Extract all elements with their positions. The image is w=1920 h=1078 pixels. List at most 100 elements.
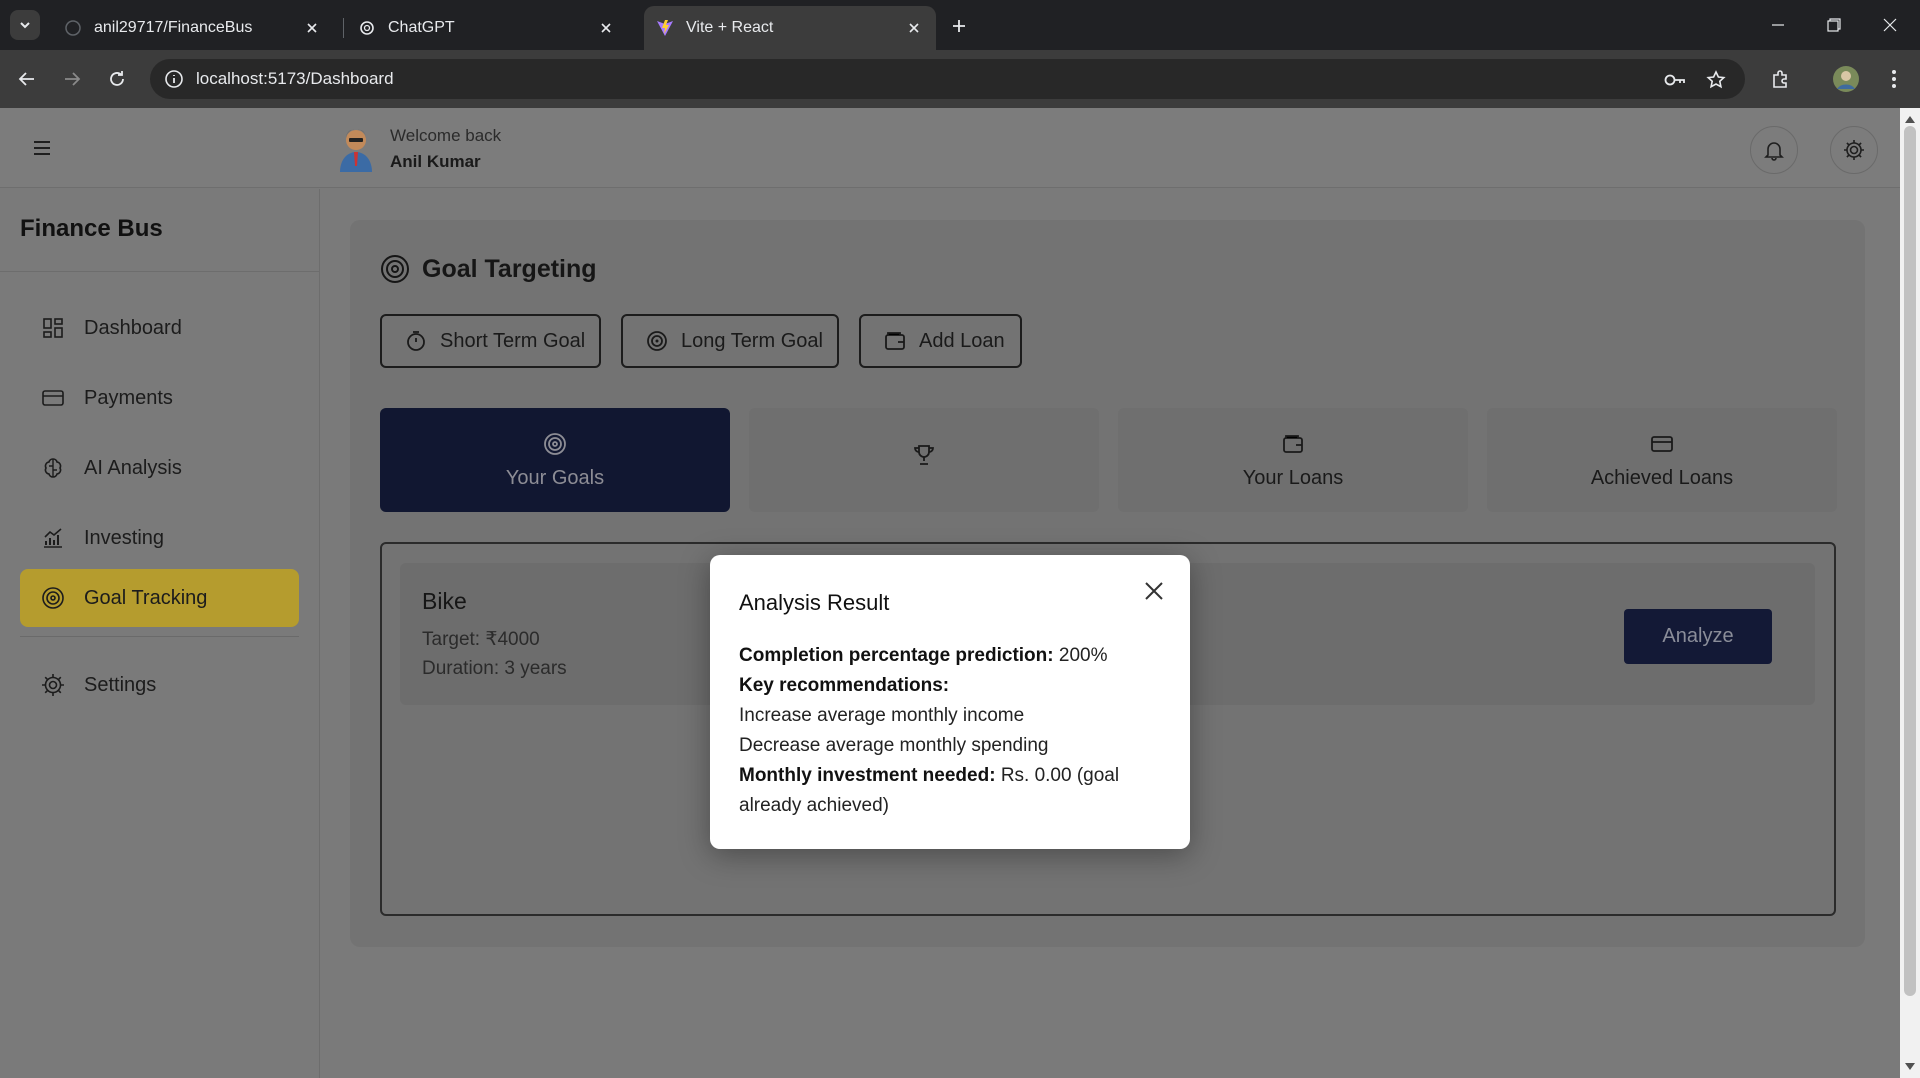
minimize-icon xyxy=(1772,24,1784,26)
site-info-icon[interactable] xyxy=(164,69,184,89)
scrollbar-thumb[interactable] xyxy=(1904,126,1916,996)
brand-title: Finance Bus xyxy=(20,215,163,242)
vite-icon xyxy=(656,19,674,37)
button-label: Short Term Goal xyxy=(440,329,586,352)
divider xyxy=(0,271,319,272)
gear-icon xyxy=(1844,140,1864,160)
notifications-button[interactable] xyxy=(1750,126,1798,174)
browser-menu-button[interactable] xyxy=(1878,63,1910,95)
target-icon xyxy=(645,329,669,353)
long-term-goal-button[interactable]: Long Term Goal xyxy=(621,314,839,368)
recommendations-heading: Key recommendations: xyxy=(739,675,950,696)
scroll-up-arrow-icon[interactable] xyxy=(1905,114,1915,124)
browser-tab-bar: anil29717/FinanceBus ChatGPT Vite + Reac… xyxy=(0,0,1920,50)
arrow-right-icon xyxy=(65,72,81,86)
tab-title: Vite + React xyxy=(686,19,774,36)
page-scrollbar[interactable] xyxy=(1900,108,1920,1078)
extensions-button[interactable] xyxy=(1765,63,1797,95)
github-icon xyxy=(64,19,82,37)
modal-close-button[interactable] xyxy=(1140,577,1168,605)
password-key-icon[interactable] xyxy=(1664,69,1686,91)
sidebar-item-label: Settings xyxy=(84,673,157,696)
reload-icon xyxy=(110,71,124,86)
analysis-result-modal: Analysis Result Completion percentage pr… xyxy=(710,555,1190,849)
button-label: Add Loan xyxy=(919,329,1005,352)
sidebar-item-label: Goal Tracking xyxy=(84,586,208,609)
app-viewport: Welcome back Anil Kumar Finance Bus Dash… xyxy=(0,108,1900,1078)
browser-tab-financebus[interactable]: anil29717/FinanceBus xyxy=(52,6,334,50)
tab-your-goals[interactable]: Your Goals xyxy=(380,408,730,512)
welcome-text: Welcome back xyxy=(390,126,502,145)
modal-body: Completion percentage prediction: 200% K… xyxy=(739,641,1169,821)
investment-label: Monthly investment needed: xyxy=(739,765,996,786)
tab-search-button[interactable] xyxy=(10,10,40,40)
sidebar-item-label: AI Analysis xyxy=(84,456,182,479)
scroll-down-arrow-icon[interactable] xyxy=(1905,1062,1915,1072)
sidebar-item-dashboard[interactable]: Dashboard xyxy=(20,299,299,357)
bookmark-star-icon[interactable] xyxy=(1705,69,1727,91)
new-tab-button[interactable] xyxy=(945,12,973,40)
sidebar-item-investing[interactable]: Investing xyxy=(20,509,299,567)
restore-button[interactable] xyxy=(1806,0,1862,50)
kebab-menu-icon xyxy=(1892,70,1896,88)
url-text: localhost:5173/Dashboard xyxy=(196,69,394,88)
tab-label: Your Goals xyxy=(505,466,605,489)
target-icon xyxy=(542,431,568,457)
user-name: Anil Kumar xyxy=(390,152,481,171)
tab-label: Achieved Loans xyxy=(1590,466,1734,489)
close-icon xyxy=(1145,582,1163,600)
tab-label: Your Loans xyxy=(1242,466,1344,489)
dashboard-icon xyxy=(40,315,66,341)
app-header: Welcome back Anil Kumar xyxy=(0,108,1900,188)
sidebar-item-label: Payments xyxy=(84,386,173,409)
address-bar[interactable]: localhost:5173/Dashboard xyxy=(150,59,1745,99)
tab-your-loans[interactable]: Your Loans xyxy=(1118,408,1468,512)
page-title: Goal Targeting xyxy=(380,254,597,284)
tab-title: ChatGPT xyxy=(388,19,455,36)
modal-title: Analysis Result xyxy=(739,590,890,615)
gear-icon xyxy=(40,672,66,698)
reload-button[interactable] xyxy=(101,63,133,95)
analyze-button[interactable]: Analyze xyxy=(1624,609,1772,664)
browser-toolbar: localhost:5173/Dashboard xyxy=(0,50,1920,108)
close-icon[interactable] xyxy=(302,18,322,38)
goal-name: Bike xyxy=(422,588,467,614)
sidebar: Finance Bus Dashboard Payments AI Analys… xyxy=(0,189,320,1078)
settings-button[interactable] xyxy=(1830,126,1878,174)
restore-icon xyxy=(1827,18,1841,32)
sidebar-item-ai-analysis[interactable]: AI Analysis xyxy=(20,439,299,497)
puzzle-icon xyxy=(1773,70,1787,88)
investment-row: Monthly investment needed: Rs. 0.00 (goa… xyxy=(739,761,1169,821)
sidebar-item-goal-tracking[interactable]: Goal Tracking xyxy=(20,569,299,627)
short-term-goal-button[interactable]: Short Term Goal xyxy=(380,314,601,368)
add-loan-button[interactable]: Add Loan xyxy=(859,314,1022,368)
close-icon[interactable] xyxy=(904,18,924,38)
profile-avatar-button[interactable] xyxy=(1830,63,1862,95)
sidebar-item-label: Dashboard xyxy=(84,316,182,339)
tab-achieved-loans[interactable]: Achieved Loans xyxy=(1487,408,1837,512)
browser-tab-chatgpt[interactable]: ChatGPT xyxy=(346,6,628,50)
page-title-text: Goal Targeting xyxy=(422,254,597,283)
window-close-button[interactable] xyxy=(1862,0,1918,50)
arrow-left-icon xyxy=(18,72,34,86)
browser-tab-vite-react[interactable]: Vite + React xyxy=(644,6,936,50)
sidebar-item-settings[interactable]: Settings xyxy=(20,656,299,714)
hamburger-menu-icon[interactable] xyxy=(28,136,56,160)
back-button[interactable] xyxy=(11,63,43,95)
sidebar-item-label: Investing xyxy=(84,526,165,549)
recommendation-item: Decrease average monthly spending xyxy=(739,735,1049,756)
wallet-icon xyxy=(883,329,907,353)
goal-target: Target: ₹4000 xyxy=(422,629,540,650)
forward-button[interactable] xyxy=(56,63,88,95)
target-icon xyxy=(381,255,409,283)
credit-card-icon xyxy=(1649,431,1675,457)
close-icon[interactable] xyxy=(596,18,616,38)
close-icon xyxy=(1883,18,1897,32)
sidebar-item-payments[interactable]: Payments xyxy=(20,369,299,427)
minimize-button[interactable] xyxy=(1750,0,1806,50)
wallet-icon xyxy=(1280,431,1306,457)
stopwatch-icon xyxy=(404,329,428,353)
recommendation-item: Increase average monthly income xyxy=(739,705,1025,726)
credit-card-icon xyxy=(40,385,66,411)
tab-achieved-goals[interactable] xyxy=(749,408,1099,512)
